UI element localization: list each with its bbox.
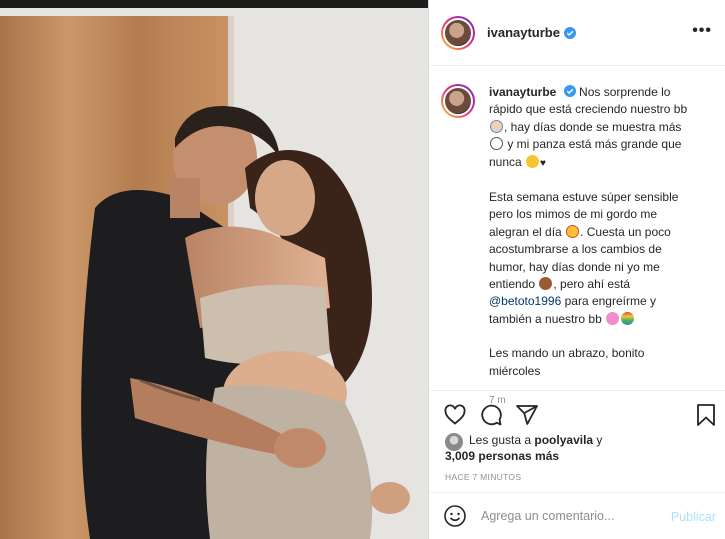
photo-top-band	[0, 0, 428, 8]
caption-line-2c: , pero ahí está	[553, 277, 631, 292]
comment-input[interactable]	[481, 509, 661, 523]
comment-icon[interactable]	[479, 403, 503, 427]
heart-eyes-emoji-icon	[566, 224, 580, 238]
post-caption: ivanayturbe Nos sorprende lo rápido que …	[429, 66, 725, 406]
eyes-emoji-icon	[490, 137, 503, 151]
bookmark-icon[interactable]	[694, 403, 718, 427]
verified-icon	[563, 85, 576, 97]
caption-username[interactable]: ivanayturbe	[489, 85, 556, 99]
likes-count-link[interactable]: 3,009 personas más	[445, 449, 559, 463]
caption-line-1c: y mi panza está más grande que nunca	[489, 137, 682, 169]
publish-button[interactable]: Publicar	[671, 510, 716, 524]
username-link[interactable]: ivanayturbe	[487, 25, 560, 40]
caption-line-3: Les mando un abrazo, bonito miércoles	[489, 346, 645, 378]
comment-bar: Publicar	[429, 492, 725, 539]
likes-summary: Les gusta a poolyavila y 3,009 personas …	[445, 432, 715, 464]
action-bar	[429, 390, 725, 436]
caption-avatar[interactable]	[441, 84, 475, 118]
liker-avatar[interactable]	[445, 433, 463, 451]
heart-emoji-icon: ♥	[540, 157, 546, 169]
verified-icon	[563, 26, 576, 39]
likes-prefix: Les gusta a	[469, 433, 532, 447]
monkey-emoji-icon	[539, 277, 553, 291]
more-icon[interactable]: •••	[692, 23, 712, 39]
mention-link[interactable]: @betoto1996	[489, 294, 561, 308]
caption-line-1b: , hay días donde se muestra más	[504, 119, 682, 134]
smile-icon[interactable]	[443, 504, 467, 528]
heart-icon[interactable]	[443, 403, 467, 427]
post-side-panel: ivanayturbe ••• ivanayturbe Nos sorprend…	[428, 0, 725, 539]
avatar[interactable]	[441, 15, 475, 50]
blossom-emoji-icon	[606, 311, 620, 325]
laughing-emoji-icon	[526, 154, 540, 168]
couple-photo-illustration	[0, 8, 428, 539]
post-timestamp: HACE 7 MINUTOS	[445, 472, 522, 482]
caption-text: ivanayturbe Nos sorprende lo rápido que …	[489, 84, 699, 406]
post-photo[interactable]	[0, 0, 428, 539]
rainbow-emoji-icon	[621, 311, 635, 325]
share-icon[interactable]	[515, 403, 539, 427]
likes-middle: y	[596, 433, 603, 447]
post-header: ivanayturbe •••	[429, 0, 725, 66]
baby-emoji-icon	[490, 119, 503, 133]
liker-username[interactable]: poolyavila	[534, 433, 593, 447]
